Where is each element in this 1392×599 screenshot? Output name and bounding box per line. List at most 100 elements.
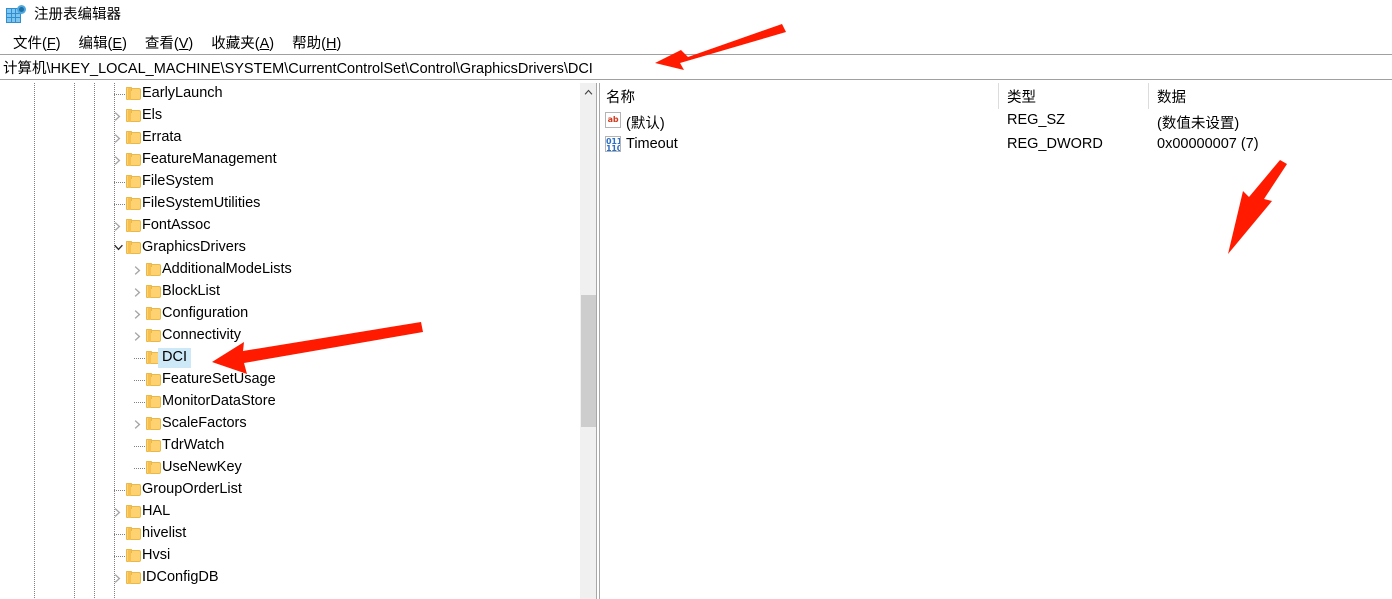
menu-item-label: 收藏夹(A) — [211, 35, 275, 52]
tree-node-label[interactable]: Els — [138, 106, 166, 126]
tree-scrollbar[interactable] — [579, 83, 596, 599]
address-bar[interactable]: 计算机\HKEY_LOCAL_MACHINE\SYSTEM\CurrentCon… — [0, 54, 1392, 80]
tree-node-label[interactable]: FeatureManagement — [138, 150, 281, 170]
tree-node-filesystem[interactable]: FileSystem — [0, 171, 596, 193]
tree-node-label[interactable]: Hvsi — [138, 546, 174, 566]
menu-item-label: 编辑(E) — [78, 35, 127, 52]
tree-node-label[interactable]: hivelist — [138, 524, 190, 544]
table-row[interactable]: ab (默认) REG_SZ (数值未设置) — [600, 109, 1392, 133]
tree-node-earlylaunch[interactable]: EarlyLaunch — [0, 83, 596, 105]
tree-node-filesystemutilities[interactable]: FileSystemUtilities — [0, 193, 596, 215]
tree-node-grouporderlist[interactable]: GroupOrderList — [0, 479, 596, 501]
chevron-right-icon[interactable] — [130, 328, 146, 344]
string-value-icon: ab — [605, 112, 621, 128]
menu-item-1[interactable]: 文件(F) — [4, 30, 70, 55]
tree-node-additionalmodelists[interactable]: AdditionalModeLists — [0, 259, 596, 281]
tree-node-dci[interactable]: DCI — [0, 347, 596, 369]
tree-node-label[interactable]: AdditionalModeLists — [158, 260, 296, 280]
chevron-down-icon[interactable] — [110, 240, 126, 256]
tree-elbow-line — [114, 94, 126, 95]
menu-item-2[interactable]: 编辑(E) — [70, 30, 136, 55]
menu-item-label: 查看(V) — [144, 35, 194, 52]
value-name-cell: Timeout — [626, 136, 678, 152]
tree-node-label[interactable]: FileSystem — [138, 172, 218, 192]
scrollbar-thumb[interactable] — [581, 295, 596, 427]
tree-node-label[interactable]: MonitorDataStore — [158, 392, 280, 412]
tree-node-label[interactable]: GroupOrderList — [138, 480, 246, 500]
menu-item-label: 文件(F) — [13, 35, 61, 52]
tree-node-tdrwatch[interactable]: TdrWatch — [0, 435, 596, 457]
window-title: 注册表编辑器 — [34, 6, 121, 23]
registry-editor-icon — [6, 5, 26, 25]
title-bar: 注册表编辑器 — [0, 0, 1392, 30]
value-data-cell: (数值未设置) — [1157, 116, 1240, 132]
tree-node-label[interactable]: ScaleFactors — [158, 414, 251, 434]
scroll-up-button[interactable] — [580, 83, 596, 100]
timeout-data-cell: 0x00000007 (7) — [1157, 136, 1259, 152]
tree-node-label[interactable]: TdrWatch — [158, 436, 228, 456]
tree-node-label[interactable]: FileSystemUtilities — [138, 194, 264, 214]
tree-elbow-line — [134, 380, 146, 381]
tree-node-label[interactable]: EarlyLaunch — [138, 84, 227, 104]
chevron-right-icon[interactable] — [110, 570, 126, 586]
tree-node-label[interactable]: Configuration — [158, 304, 252, 324]
tree-node-featuremanagement[interactable]: FeatureManagement — [0, 149, 596, 171]
tree-node-label[interactable]: DCI — [158, 348, 191, 368]
dword-value-icon: 011 110 — [605, 136, 621, 152]
chevron-right-icon[interactable] — [110, 130, 126, 146]
menu-item-label: 帮助(H) — [292, 35, 342, 52]
tree-node-errata[interactable]: Errata — [0, 127, 596, 149]
tree-node-graphicsdrivers[interactable]: GraphicsDrivers — [0, 237, 596, 259]
column-header-name[interactable]: 名称 — [606, 86, 635, 107]
tree-node-hal[interactable]: HAL — [0, 501, 596, 523]
tree-node-idconfigdb[interactable]: IDConfigDB — [0, 567, 596, 589]
tree-node-label[interactable]: HAL — [138, 502, 174, 522]
menu-item-3[interactable]: 查看(V) — [136, 30, 202, 55]
tree-node-blocklist[interactable]: BlockList — [0, 281, 596, 303]
tree-node-els[interactable]: Els — [0, 105, 596, 127]
values-column-header: 名称 类型 数据 — [600, 83, 1392, 109]
chevron-right-icon[interactable] — [110, 218, 126, 234]
menu-item-5[interactable]: 帮助(H) — [283, 30, 350, 55]
column-header-data[interactable]: 数据 — [1157, 86, 1186, 107]
tree-node-fontassoc[interactable]: FontAssoc — [0, 215, 596, 237]
tree-node-featuresetusage[interactable]: FeatureSetUsage — [0, 369, 596, 391]
tree-node-label[interactable]: IDConfigDB — [138, 568, 223, 588]
chevron-right-icon[interactable] — [110, 152, 126, 168]
tree-node-label[interactable]: FontAssoc — [138, 216, 215, 236]
tree-elbow-line — [114, 204, 126, 205]
address-path-text: 计算机\HKEY_LOCAL_MACHINE\SYSTEM\CurrentCon… — [3, 60, 593, 77]
chevron-right-icon[interactable] — [130, 306, 146, 322]
chevron-right-icon[interactable] — [130, 416, 146, 432]
chevron-right-icon[interactable] — [110, 504, 126, 520]
tree-node-hivelist[interactable]: hivelist — [0, 523, 596, 545]
tree-node-usenewkey[interactable]: UseNewKey — [0, 457, 596, 479]
tree-node-monitordatastore[interactable]: MonitorDataStore — [0, 391, 596, 413]
registry-tree-pane[interactable]: EarlyLaunch Els Errata FeatureManagement Fil… — [0, 83, 596, 599]
column-header-type[interactable]: 类型 — [1007, 86, 1036, 107]
registry-values-pane[interactable]: 名称 类型 数据 ab (默认) REG_SZ (数值未设置) 011 110 Timeou… — [600, 83, 1392, 599]
tree-node-connectivity[interactable]: Connectivity — [0, 325, 596, 347]
table-row[interactable]: 011 110 Timeout REG_DWORD 0x00000007 (7) — [600, 133, 1392, 157]
main-content: EarlyLaunch Els Errata FeatureManagement Fil… — [0, 83, 1392, 599]
menu-item-4[interactable]: 收藏夹(A) — [202, 30, 283, 55]
menu-bar: 文件(F) 编辑(E) 查看(V) 收藏夹(A) 帮助(H) — [0, 30, 1392, 54]
tree-node-label[interactable]: BlockList — [158, 282, 224, 302]
tree-node-label[interactable]: Errata — [138, 128, 186, 148]
tree-node-configuration[interactable]: Configuration — [0, 303, 596, 325]
chevron-right-icon[interactable] — [130, 262, 146, 278]
tree-node-hvsi[interactable]: Hvsi — [0, 545, 596, 567]
column-separator[interactable] — [1148, 83, 1149, 109]
tree-elbow-line — [134, 446, 146, 447]
chevron-right-icon[interactable] — [130, 284, 146, 300]
chevron-right-icon[interactable] — [110, 108, 126, 124]
tree-node-label[interactable]: Connectivity — [158, 326, 245, 346]
tree-node-scalefactors[interactable]: ScaleFactors — [0, 413, 596, 435]
value-type-cell: REG_DWORD — [1007, 136, 1103, 152]
tree-node-label[interactable]: UseNewKey — [158, 458, 246, 478]
tree-elbow-line — [114, 182, 126, 183]
value-type-cell: REG_SZ — [1007, 112, 1066, 128]
tree-node-label[interactable]: GraphicsDrivers — [138, 238, 250, 258]
tree-node-label[interactable]: FeatureSetUsage — [158, 370, 280, 390]
column-separator[interactable] — [998, 83, 999, 109]
